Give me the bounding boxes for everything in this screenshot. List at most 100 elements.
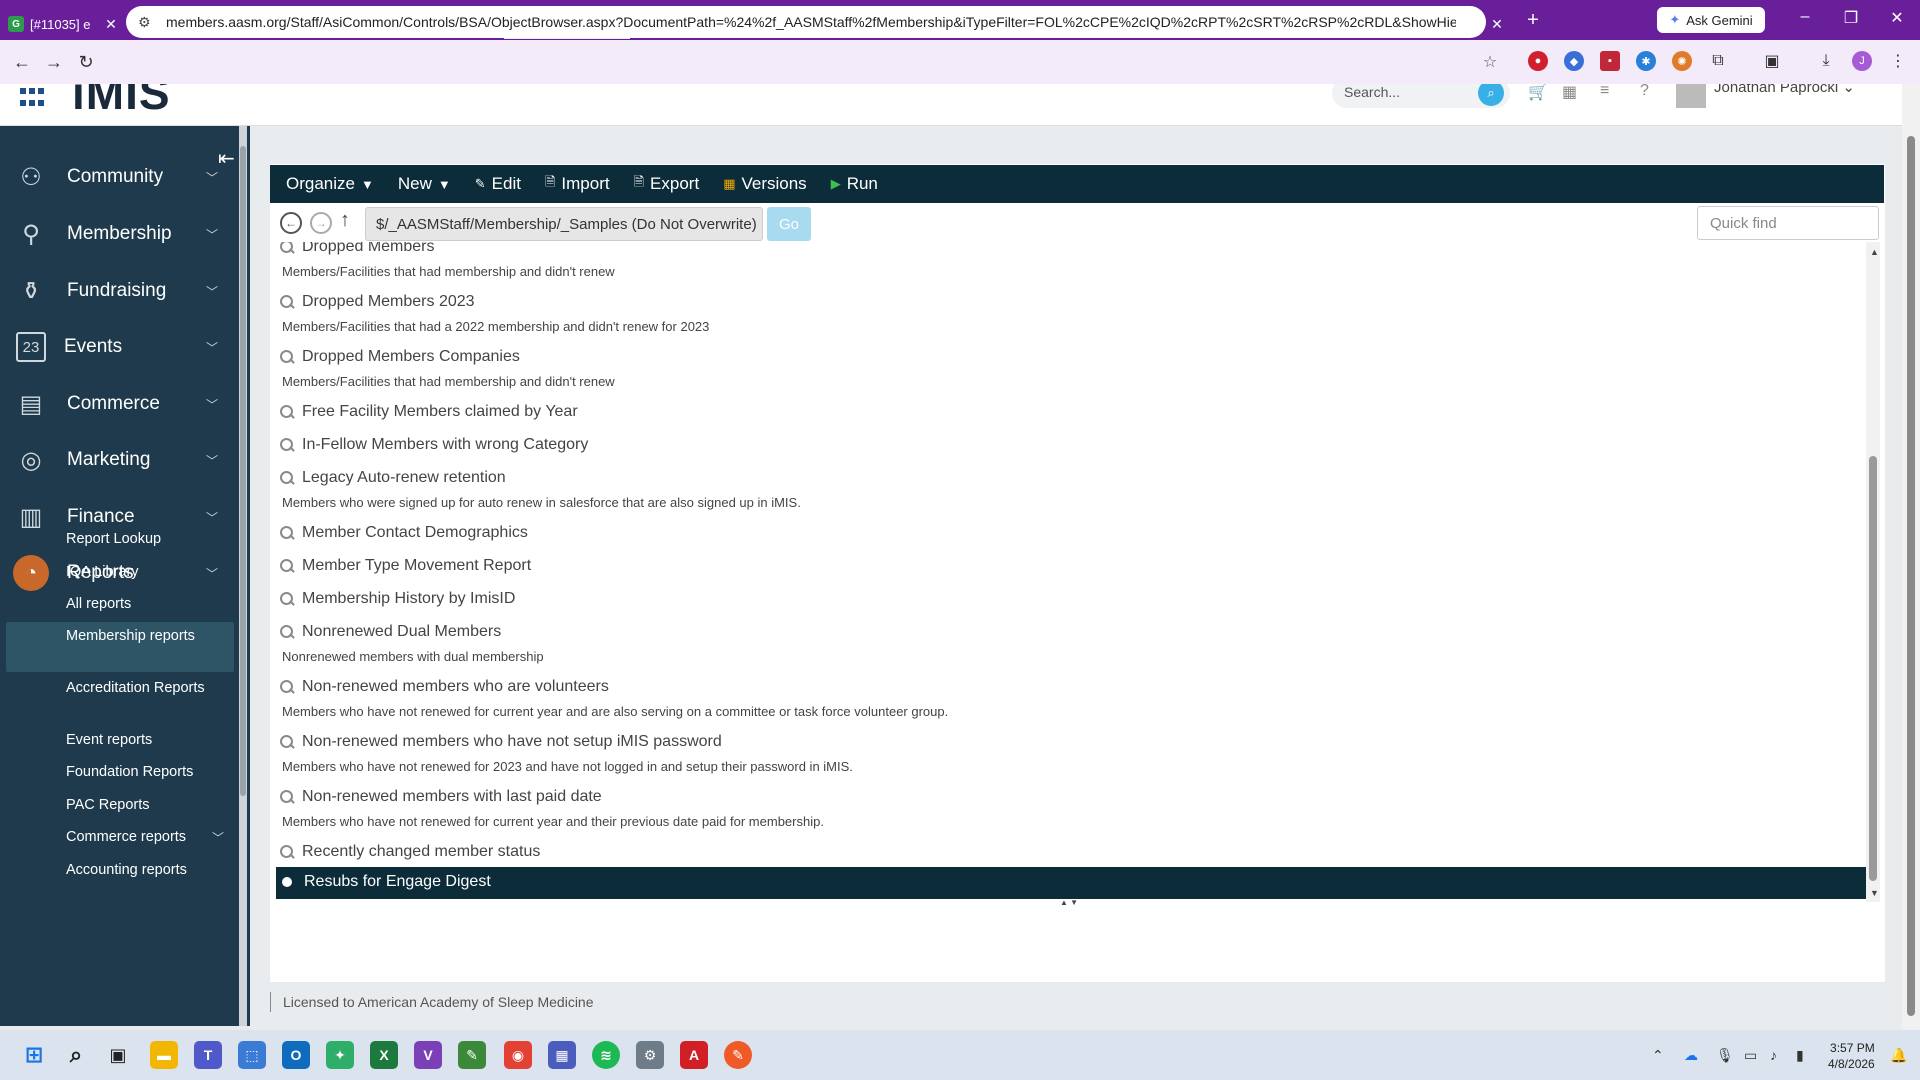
profile-avatar-icon[interactable]: J [1852, 51, 1872, 71]
extension-icon-3[interactable]: ▪ [1600, 51, 1620, 71]
taskbar-app-icon-5[interactable]: ✦ [326, 1041, 354, 1069]
battery-icon[interactable]: ▮ [1796, 1047, 1804, 1064]
tab-search-icon[interactable]: ▣ [1762, 51, 1782, 71]
sidebar-item-fundraising[interactable]: ⚱ Fundraising ﹀ [0, 268, 240, 314]
sidebar-subitem[interactable]: IQA Library [66, 562, 230, 582]
list-item[interactable]: Recently changed member status [276, 841, 1866, 874]
windows-start-icon[interactable]: ⊞ [20, 1041, 48, 1069]
sidebar-subitem[interactable]: Event reports [66, 730, 230, 750]
new-tab-icon[interactable]: + [1518, 9, 1548, 32]
quick-find-input[interactable]: Quick find [1697, 206, 1879, 240]
help-icon[interactable]: ? [1640, 84, 1649, 100]
go-button[interactable]: Go [767, 207, 811, 241]
download-icon[interactable]: ⤓ [1816, 51, 1836, 71]
close-window-icon[interactable]: ✕ [1882, 8, 1912, 28]
extension-icon-2[interactable]: ◆ [1564, 51, 1584, 71]
sidebar-item-membership[interactable]: ⚲ Membership ﹀ [0, 211, 240, 257]
sidebar-subitem[interactable]: Foundation Reports [66, 762, 230, 782]
imis-logo[interactable]: iMIS [72, 84, 171, 120]
sidebar-subitem[interactable]: PAC Reports [66, 795, 230, 815]
tab-close-icon[interactable]: ✕ [1490, 16, 1504, 33]
taskbar-app-icon-14[interactable]: ✎ [724, 1041, 752, 1069]
sidebar-scroll-thumb[interactable] [240, 146, 246, 796]
export-button[interactable]: 🗎 Export [634, 173, 700, 195]
outlook-icon[interactable]: O [282, 1041, 310, 1069]
list-item[interactable]: Non-renewed members with last paid date M… [276, 786, 1866, 841]
chrome-icon[interactable]: ◉ [504, 1041, 532, 1069]
restore-icon[interactable]: ❐ [1836, 8, 1866, 28]
list-item[interactable]: Dropped Members 2023 Members/Facilities t… [276, 291, 1866, 346]
tab-close-icon[interactable]: ✕ [104, 16, 118, 33]
list-item[interactable]: Member Type Movement Report [276, 555, 1866, 588]
versions-button[interactable]: ▦ Versions [723, 174, 807, 194]
excel-icon[interactable]: X [370, 1041, 398, 1069]
sidebar-subitem[interactable]: Accreditation Reports [66, 678, 230, 698]
sidebar-subitem[interactable]: Commerce reports [66, 827, 230, 847]
tray-overflow-icon[interactable]: ⌃ [1652, 1047, 1664, 1064]
run-button[interactable]: ▶ Run [831, 174, 878, 194]
task-view-icon[interactable]: ▣ [104, 1041, 132, 1069]
visual-studio-icon[interactable]: V [414, 1041, 442, 1069]
sidebar-item-marketing[interactable]: ◎ Marketing ﹀ [0, 437, 240, 483]
sidebar-item-community[interactable]: ⚇ Community ﹀ [0, 154, 240, 200]
system-clock[interactable]: 3:57 PM 4/8/2026 [1828, 1040, 1875, 1072]
list-item[interactable]: Free Facility Members claimed by Year [276, 401, 1866, 434]
file-explorer-icon[interactable]: ▬ [150, 1041, 178, 1069]
new-button[interactable]: New ▼ [398, 174, 451, 194]
browser-tab[interactable]: G [#11035] e ✕ [0, 9, 126, 39]
extensions-puzzle-icon[interactable]: ⧉ [1708, 51, 1728, 71]
cart-icon[interactable]: 🛒 [1528, 84, 1548, 102]
chevron-down-icon[interactable]: ﹀ [206, 339, 226, 356]
list-item[interactable]: Non-renewed members who are volunteers Me… [276, 676, 1866, 731]
sidebar-subitem[interactable]: Membership reports [66, 626, 230, 646]
ask-gemini-button[interactable]: ✦ Ask Gemini [1657, 7, 1765, 33]
network-icon[interactable]: ▭ [1744, 1047, 1757, 1064]
settings-gear-icon[interactable]: ⚙ [636, 1041, 664, 1069]
avatar[interactable] [1676, 84, 1706, 108]
forward-icon[interactable]: → [38, 52, 70, 73]
sidebar-subitem[interactable]: Accounting reports [66, 860, 230, 880]
minimize-icon[interactable]: – [1790, 8, 1820, 26]
list-item[interactable]: Membership History by ImisID [276, 588, 1866, 621]
taskbar-app-icon-3[interactable]: ⬚ [238, 1041, 266, 1069]
taskbar-search-icon[interactable]: ⌕ [62, 1041, 90, 1069]
scroll-up-icon[interactable]: ▲ [1870, 247, 1879, 257]
list-item[interactable]: Dropped Members Members/Facilities that h… [276, 242, 1866, 291]
app-launcher-icon[interactable] [20, 88, 46, 108]
sidebar-item-events[interactable]: 23 Events ﹀ [0, 324, 240, 370]
chevron-down-icon[interactable]: ﹀ [206, 169, 226, 186]
onedrive-icon[interactable]: ☁ [1684, 1047, 1698, 1064]
teams-icon[interactable]: T [194, 1041, 222, 1069]
chevron-down-icon[interactable]: ﹀ [212, 829, 224, 846]
chevron-down-icon[interactable]: ﹀ [206, 283, 226, 300]
bookmark-star-icon[interactable]: ☆ [1480, 52, 1500, 72]
taskbar-app-icon-8[interactable]: ✎ [458, 1041, 486, 1069]
sidebar-subitem[interactable]: All reports [66, 594, 230, 614]
chevron-down-icon[interactable]: ﹀ [206, 509, 226, 526]
list-item[interactable]: Nonrenewed Dual Members Nonrenewed member… [276, 621, 1866, 676]
back-circle-icon[interactable]: ← [280, 212, 302, 234]
sidebar-subitem[interactable]: Report Lookup [66, 529, 230, 549]
extension-icon-5[interactable]: ✺ [1672, 51, 1692, 71]
acrobat-icon[interactable]: A [680, 1041, 708, 1069]
user-name[interactable]: Jonathan Paprocki ⌄ [1714, 84, 1855, 96]
forward-circle-icon[interactable]: → [310, 212, 332, 234]
url-field[interactable]: ⚙ members.aasm.org/Staff/AsiCommon/Contr… [126, 6, 1486, 38]
notifications-icon[interactable]: 🔔 [1890, 1047, 1907, 1064]
list-item[interactable]: Non-renewed members who have not setup i… [276, 731, 1866, 786]
import-button[interactable]: 🗎 Import [545, 173, 610, 195]
chevron-down-icon[interactable]: ﹀ [206, 226, 226, 243]
resize-handle-icon[interactable]: ▲ ▼ [1060, 898, 1078, 907]
list-item[interactable]: Member Contact Demographics [276, 522, 1866, 555]
extension-icon-4[interactable]: ✱ [1636, 51, 1656, 71]
scroll-down-icon[interactable]: ▼ [1870, 888, 1879, 898]
briefcase-icon[interactable]: ▦ [1562, 84, 1577, 102]
sidebar-item-commerce[interactable]: ▤ Commerce ﹀ [0, 381, 240, 427]
organize-button[interactable]: Organize ▼ [286, 174, 374, 194]
list-item[interactable]: In-Fellow Members with wrong Category [276, 434, 1866, 467]
chevron-down-icon[interactable]: ﹀ [206, 396, 226, 413]
back-icon[interactable]: ← [6, 52, 38, 73]
page-scroll-thumb[interactable] [1907, 136, 1915, 1016]
task-list-icon[interactable]: ≡ [1600, 84, 1609, 100]
list-scroll-thumb[interactable] [1869, 456, 1877, 881]
